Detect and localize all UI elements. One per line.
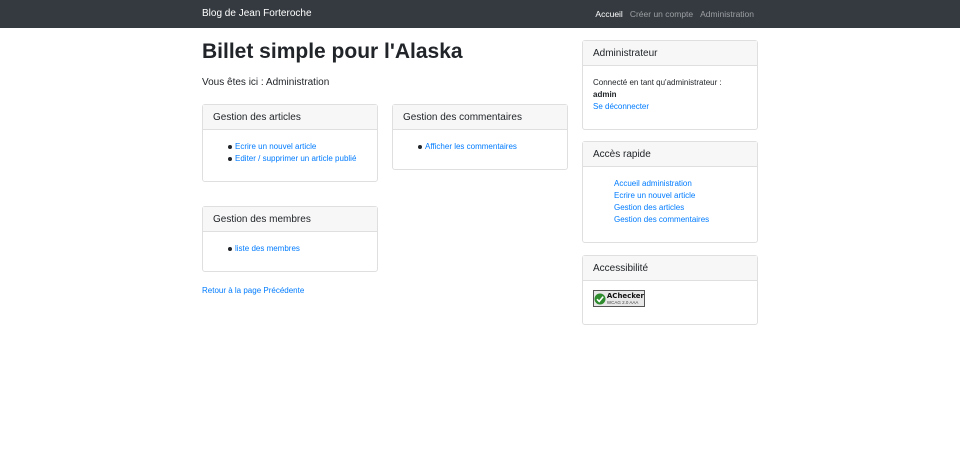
comments-card: Gestion des commentaires Afficher les co… — [392, 104, 568, 170]
members-list-link[interactable]: liste des membres — [228, 243, 367, 255]
logout-link[interactable]: Se déconnecter — [593, 101, 747, 113]
show-comments-link[interactable]: Afficher les commentaires — [418, 141, 557, 153]
breadcrumb: Vous êtes ici : Administration — [202, 77, 330, 88]
accessibility-card-header: Accessibilité — [583, 256, 757, 281]
nav-link-home[interactable]: Accueil — [595, 9, 622, 19]
connected-label: Connecté en tant qu'administrateur : — [593, 78, 722, 87]
comments-card-body: Afficher les commentaires — [393, 130, 567, 162]
quick-access-card-header: Accès rapide — [583, 142, 757, 167]
achecker-subtitle: WCAG 2.0 AAA — [606, 300, 639, 305]
accessibility-card-body: AChecker WCAG 2.0 AAA — [583, 281, 757, 316]
admin-username: admin — [593, 90, 617, 99]
page-title: Billet simple pour l'Alaska — [202, 40, 463, 63]
articles-card-body: Ecrire un nouvel article Editer / suppri… — [203, 130, 377, 174]
nav-links: Accueil Créer un compte Administration — [595, 9, 754, 19]
accessibility-card: Accessibilité AChecker WCAG 2.0 AAA — [582, 255, 758, 325]
achecker-title: AChecker — [606, 292, 644, 300]
quick-link-write-article[interactable]: Ecrire un nouvel article — [614, 190, 747, 202]
quick-access-card: Accès rapide Accueil administration Ecri… — [582, 141, 758, 243]
admin-card: Administrateur Connecté en tant qu'admin… — [582, 40, 758, 130]
comments-card-header: Gestion des commentaires — [393, 105, 567, 130]
quick-access-card-body: Accueil administration Ecrire un nouvel … — [583, 167, 757, 235]
articles-list: Ecrire un nouvel article Editer / suppri… — [213, 141, 367, 165]
comments-list: Afficher les commentaires — [403, 141, 557, 153]
quick-link-admin-home[interactable]: Accueil administration — [614, 178, 747, 190]
members-card-body: liste des membres — [203, 232, 377, 264]
members-card-header: Gestion des membres — [203, 207, 377, 232]
quick-link-articles[interactable]: Gestion des articles — [614, 202, 747, 214]
articles-card-header: Gestion des articles — [203, 105, 377, 130]
quick-link-comments[interactable]: Gestion des commentaires — [614, 214, 747, 226]
write-article-link[interactable]: Ecrire un nouvel article — [228, 141, 367, 153]
brand-link[interactable]: Blog de Jean Forteroche — [202, 8, 312, 19]
nav-link-create-account[interactable]: Créer un compte — [630, 9, 693, 19]
members-list: liste des membres — [213, 243, 367, 255]
articles-card: Gestion des articles Ecrire un nouvel ar… — [202, 104, 378, 182]
check-icon — [594, 291, 607, 306]
quick-access-list: Accueil administration Ecrire un nouvel … — [593, 178, 747, 226]
admin-connected-text: Connecté en tant qu'administrateur : adm… — [593, 77, 747, 101]
achecker-text: AChecker WCAG 2.0 AAA — [607, 291, 644, 306]
members-card: Gestion des membres liste des membres — [202, 206, 378, 272]
top-navbar: Blog de Jean Forteroche Accueil Créer un… — [0, 0, 960, 28]
back-link[interactable]: Retour à la page Précédente — [202, 286, 304, 295]
admin-card-body: Connecté en tant qu'administrateur : adm… — [583, 66, 757, 122]
achecker-badge[interactable]: AChecker WCAG 2.0 AAA — [593, 290, 645, 307]
edit-article-link[interactable]: Editer / supprimer un article publié — [228, 153, 367, 165]
admin-card-header: Administrateur — [583, 41, 757, 66]
nav-link-administration[interactable]: Administration — [700, 9, 754, 19]
